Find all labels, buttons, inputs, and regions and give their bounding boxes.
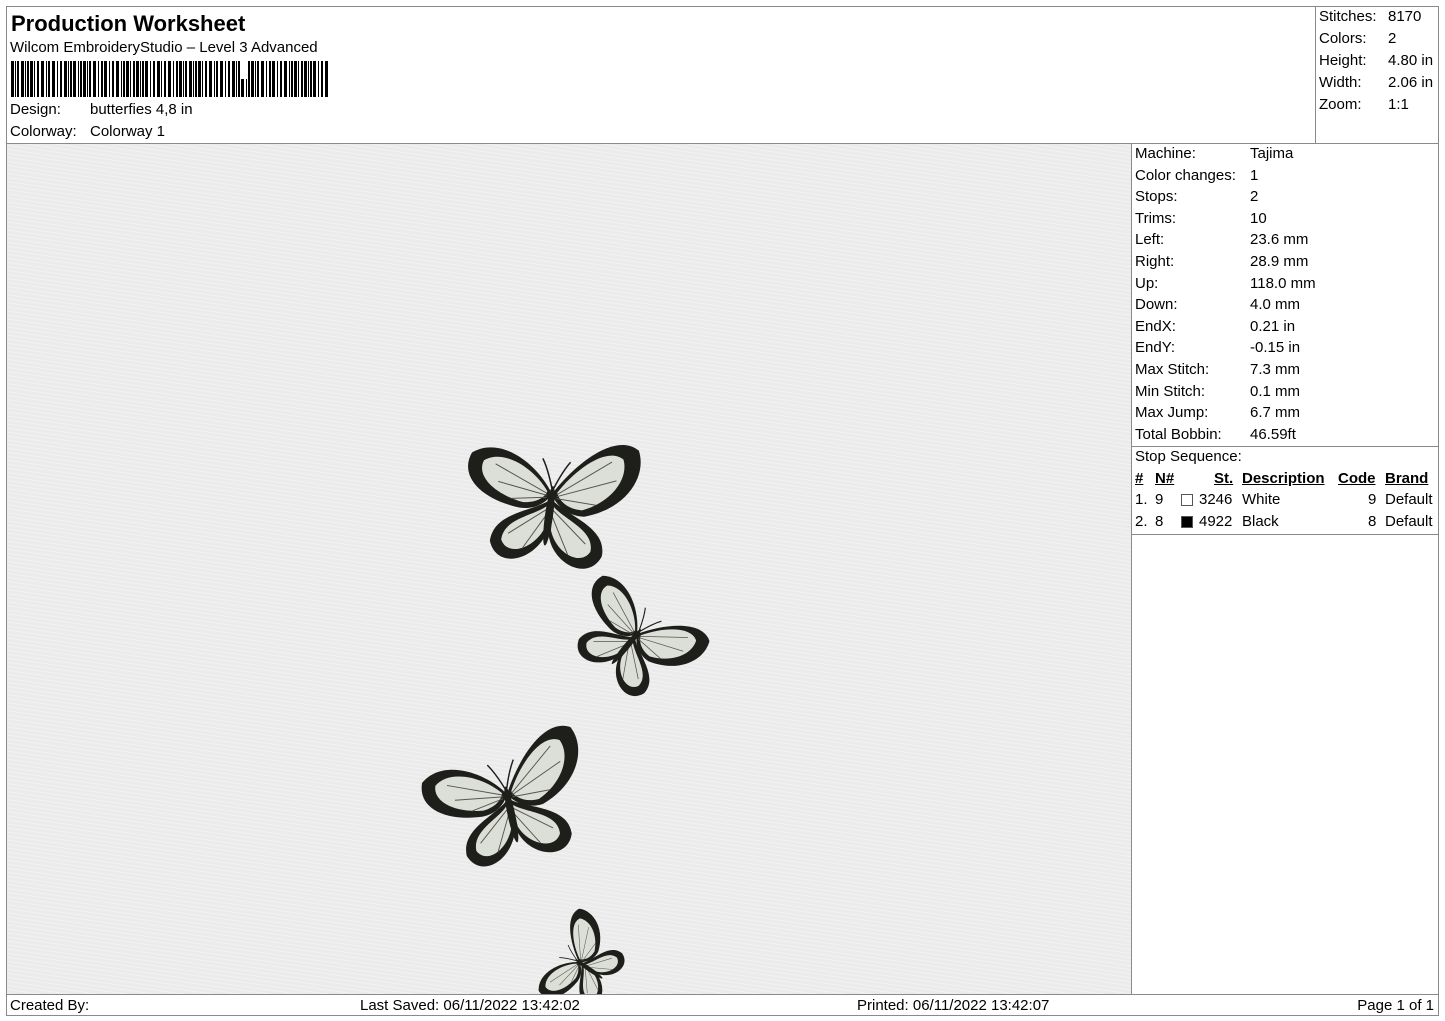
parameter-label: Left:: [1135, 231, 1165, 249]
parameter-row: EndY: -0.15 in: [1135, 339, 1300, 360]
parameter-label: Color changes:: [1135, 166, 1236, 184]
parameter-value: Tajima: [1250, 145, 1294, 162]
software-name: Wilcom EmbroideryStudio – Level 3 Advanc…: [10, 39, 318, 56]
worksheet-header: Production Worksheet Wilcom EmbroiderySt…: [6, 6, 1316, 144]
parameter-value: -0.15 in: [1250, 339, 1301, 357]
divider: [1132, 446, 1438, 447]
colorway-label: Colorway:: [10, 123, 77, 140]
parameter-value: 23.6 mm: [1250, 231, 1309, 249]
parameter-label: Down:: [1135, 296, 1178, 314]
parameter-label: Machine:: [1135, 145, 1196, 162]
parameter-label: Max Jump:: [1135, 404, 1209, 422]
parameter-label: Up:: [1135, 274, 1159, 292]
parameter-label: EndY:: [1135, 339, 1176, 357]
butterflies-artwork: [413, 423, 714, 994]
design-summary: Stitches: 8170 Colors: 2 Height: 4.80 in Wi…: [1315, 6, 1439, 144]
parameter-label: Min Stitch:: [1135, 382, 1206, 400]
design-row: Design: butterfies 4,8 in: [10, 101, 193, 118]
parameter-label: EndX:: [1135, 317, 1176, 335]
parameter-row: Machine: Tajima: [1135, 145, 1293, 166]
butterfly-second: [552, 557, 714, 716]
divider: [1132, 534, 1438, 535]
parameter-value: 7.3 mm: [1250, 361, 1301, 378]
design-label: Design:: [10, 101, 61, 118]
summary-row: Height: 4.80 in: [1319, 52, 1434, 69]
colorway-row: Colorway: Colorway 1: [10, 123, 165, 140]
stop-sequence-header: # N# St. Description Code Brand: [1135, 470, 1429, 487]
parameter-value: 4.0 mm: [1250, 296, 1301, 314]
colorway-value: Colorway 1: [90, 123, 166, 140]
parameter-label: Right:: [1135, 253, 1175, 270]
design-value: butterfies 4,8 in: [90, 101, 193, 118]
stop-sequence-row: 2. 8 4922 Black 8 Default: [1135, 513, 1433, 530]
parameter-row: Total Bobbin: 46.59ft: [1135, 426, 1296, 447]
parameter-value: 0.21 in: [1250, 317, 1296, 335]
design-preview: [6, 143, 1132, 995]
parameter-label: Stops:: [1135, 188, 1178, 206]
created-by: Created By:: [10, 997, 90, 1014]
parameter-value: 10: [1250, 209, 1267, 227]
last-saved: Last Saved: 06/11/2022 13:42:02: [360, 997, 580, 1014]
parameter-row: Up: 118.0 mm: [1135, 275, 1316, 296]
barcode: [11, 61, 328, 97]
butterfly-bottom: [524, 905, 638, 994]
parameter-row: Max Jump: 6.7 mm: [1135, 404, 1300, 425]
parameter-row: Right: 28.9 mm: [1135, 253, 1308, 274]
parameter-row: Left: 23.6 mm: [1135, 231, 1308, 252]
parameter-value: 1: [1250, 166, 1259, 184]
summary-row: Colors: 2: [1319, 30, 1397, 47]
butterfly-third: [413, 722, 600, 878]
parameter-row: Trims: 10: [1135, 210, 1267, 231]
page-number: Page 1 of 1: [1357, 997, 1434, 1014]
color-swatch-white: [1181, 494, 1193, 506]
parameter-row: Stops: 2: [1135, 188, 1258, 209]
parameter-value: 6.7 mm: [1250, 404, 1301, 422]
printed-date: Printed: 06/11/2022 13:42:07: [857, 997, 1050, 1014]
parameter-value: 2: [1250, 188, 1259, 206]
stop-sequence-title: Stop Sequence:: [1135, 448, 1242, 465]
parameter-value: 0.1 mm: [1250, 382, 1301, 400]
parameter-label: Trims:: [1135, 209, 1177, 227]
summary-row: Stitches: 8170: [1319, 8, 1422, 25]
summary-row: Zoom: 1:1: [1319, 96, 1409, 113]
color-swatch-black: [1181, 516, 1193, 528]
butterfly-top: [455, 423, 644, 576]
parameter-label: Max Stitch:: [1135, 361, 1210, 378]
parameter-row: Color changes: 1: [1135, 167, 1258, 188]
machine-parameters-panel: Machine: Tajima Color changes: 1 Stops: 2 Trim…: [1131, 143, 1439, 995]
summary-row: Width: 2.06 in: [1319, 74, 1434, 91]
parameter-value: 28.9 mm: [1250, 253, 1309, 270]
parameter-row: Max Stitch: 7.3 mm: [1135, 361, 1300, 382]
worksheet-title: Production Worksheet: [11, 11, 246, 36]
parameter-label: Total Bobbin:: [1135, 425, 1222, 443]
stop-sequence-row: 1. 9 3246 White 9 Default: [1135, 491, 1433, 508]
parameter-value: 46.59ft: [1250, 425, 1296, 443]
worksheet-footer: Created By: Last Saved: 06/11/2022 13:42…: [6, 994, 1439, 1016]
parameter-value: 118.0 mm: [1250, 274, 1316, 292]
parameter-row: EndX: 0.21 in: [1135, 318, 1295, 339]
parameter-row: Min Stitch: 0.1 mm: [1135, 383, 1300, 404]
parameter-row: Down: 4.0 mm: [1135, 296, 1300, 317]
